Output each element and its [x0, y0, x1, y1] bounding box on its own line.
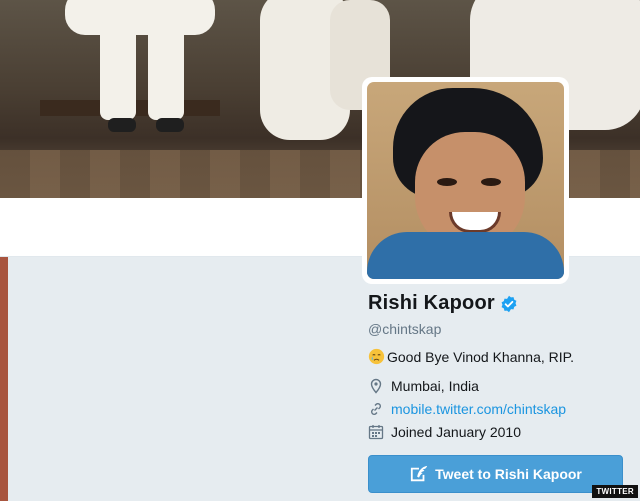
verified-badge-icon	[501, 295, 517, 312]
avatar-shirt	[367, 232, 564, 279]
avatar-eye	[481, 178, 501, 186]
tweet-to-button[interactable]: Tweet to Rishi Kapoor	[368, 455, 623, 493]
tweet-button-label: Tweet to Rishi Kapoor	[435, 466, 582, 482]
source-watermark: TWITTER	[592, 485, 638, 498]
joined-text: Joined January 2010	[391, 424, 521, 440]
location-text: Mumbai, India	[391, 378, 479, 394]
location-pin-icon	[370, 378, 382, 394]
compose-quill-icon	[411, 465, 428, 482]
banner-figure	[65, 0, 215, 35]
profile-handle[interactable]: @chintskap	[368, 321, 441, 337]
avatar-photo	[367, 82, 564, 279]
website-link[interactable]: mobile.twitter.com/chintskap	[391, 401, 566, 417]
bio-text: Good Bye Vinod Khanna, RIP.	[387, 348, 575, 365]
banner-figure	[100, 20, 136, 120]
profile-name-row: Rishi Kapoor	[368, 292, 518, 315]
calendar-icon	[368, 425, 384, 440]
avatar-eye	[437, 178, 457, 186]
banner-shoe	[156, 118, 184, 132]
link-icon	[371, 403, 381, 415]
banner-figure	[148, 20, 184, 120]
profile-avatar[interactable]	[362, 77, 569, 284]
profile-location: Mumbai, India	[368, 378, 479, 394]
profile-bio: Good Bye Vinod Khanna, RIP.	[368, 348, 574, 365]
crying-face-emoji-icon	[368, 348, 385, 365]
profile-website[interactable]: mobile.twitter.com/chintskap	[368, 401, 566, 417]
profile-name[interactable]: Rishi Kapoor	[368, 292, 495, 315]
left-edge-strip	[0, 257, 8, 501]
banner-shoe	[108, 118, 136, 132]
profile-joined: Joined January 2010	[368, 424, 521, 440]
